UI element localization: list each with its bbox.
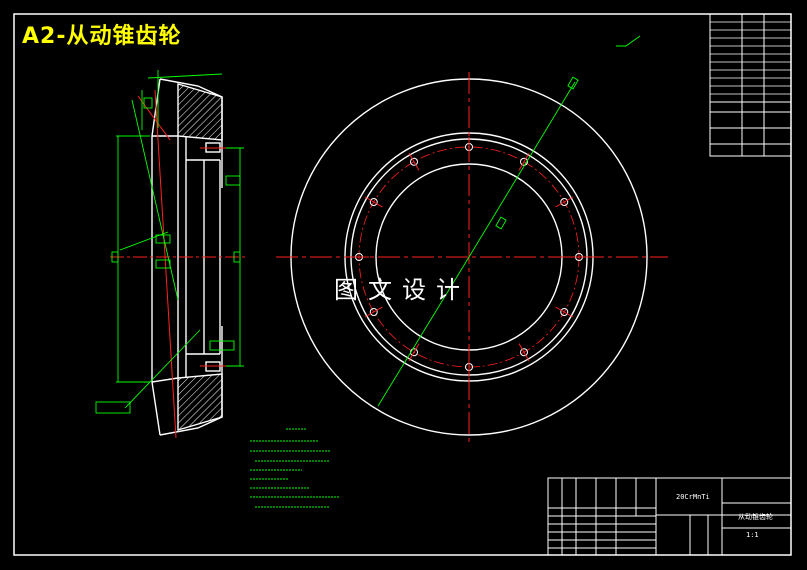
front-centerlines <box>276 72 668 445</box>
material-label: 20CrMnTi <box>676 493 710 501</box>
drawing-title: A2-从动锥齿轮 <box>22 24 182 49</box>
technical-notes <box>250 428 340 508</box>
parameter-table <box>709 13 792 157</box>
watermark: 图文设计 <box>334 276 470 304</box>
parameter-table-rows <box>710 21 791 95</box>
cad-drawing-viewport[interactable]: A2-从动锥齿轮 图文设计 20CrMnTi 从动锥齿轮 1:1 <box>0 0 807 570</box>
part-name-label: 从动锥齿轮 <box>738 513 773 521</box>
scale-label: 1:1 <box>746 531 759 539</box>
